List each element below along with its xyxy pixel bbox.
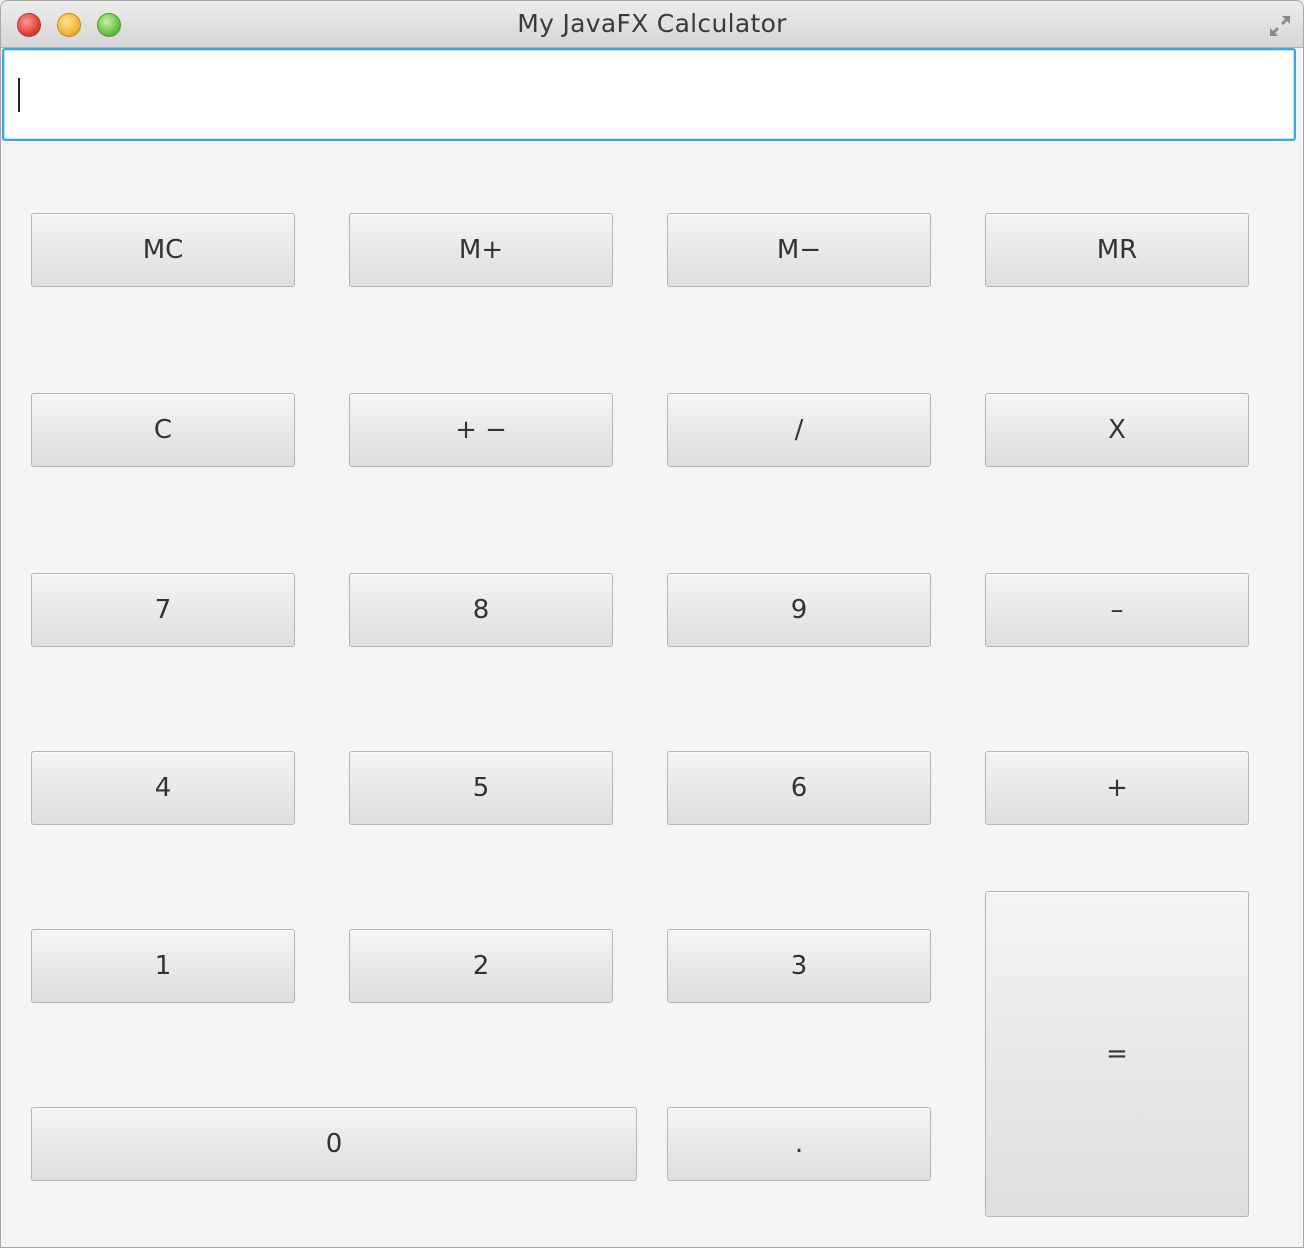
display-field[interactable] xyxy=(2,48,1296,141)
memory-recall-button[interactable]: MR xyxy=(985,213,1249,287)
add-button[interactable]: + xyxy=(985,751,1249,825)
multiply-button[interactable]: X xyxy=(985,393,1249,467)
calculator-window: My JavaFX Calculator MC M+ M− MR C + − /… xyxy=(0,0,1304,1248)
window-title: My JavaFX Calculator xyxy=(517,9,787,38)
digit-2-button[interactable]: 2 xyxy=(349,929,613,1003)
digit-3-button[interactable]: 3 xyxy=(667,929,931,1003)
digit-1-button[interactable]: 1 xyxy=(31,929,295,1003)
memory-clear-button[interactable]: MC xyxy=(31,213,295,287)
digit-4-button[interactable]: 4 xyxy=(31,751,295,825)
decimal-point-button[interactable]: . xyxy=(667,1107,931,1181)
digit-0-button[interactable]: 0 xyxy=(31,1107,637,1181)
digit-9-button[interactable]: 9 xyxy=(667,573,931,647)
digit-6-button[interactable]: 6 xyxy=(667,751,931,825)
divide-button[interactable]: / xyxy=(667,393,931,467)
digit-8-button[interactable]: 8 xyxy=(349,573,613,647)
title-bar: My JavaFX Calculator xyxy=(1,1,1303,48)
digit-5-button[interactable]: 5 xyxy=(349,751,613,825)
text-caret xyxy=(18,78,20,112)
plus-minus-button[interactable]: + − xyxy=(349,393,613,467)
digit-7-button[interactable]: 7 xyxy=(31,573,295,647)
memory-subtract-button[interactable]: M− xyxy=(667,213,931,287)
fullscreen-icon[interactable] xyxy=(1267,13,1293,39)
subtract-button[interactable]: – xyxy=(985,573,1249,647)
equals-button[interactable]: = xyxy=(985,891,1249,1217)
clear-button[interactable]: C xyxy=(31,393,295,467)
memory-add-button[interactable]: M+ xyxy=(349,213,613,287)
